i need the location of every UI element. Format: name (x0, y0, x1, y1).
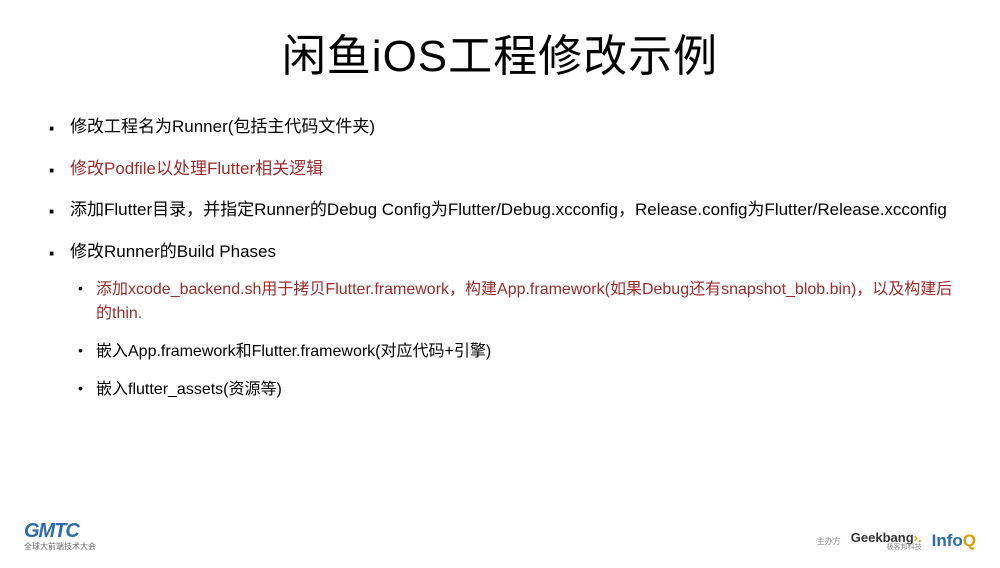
bullet-item-4: 修改Runner的Build Phases 添加xcode_backend.sh… (70, 239, 960, 403)
gmtc-subtitle: 全球大前端技术大会 (24, 541, 96, 552)
footer-right: 主办方 Geekbang›. 极客邦科技 InfoQ (817, 530, 976, 552)
slide-footer: GMTC 全球大前端技术大会 主办方 Geekbang›. 极客邦科技 Info… (24, 520, 976, 552)
slide-title: 闲鱼iOS工程修改示例 (40, 20, 960, 84)
bullet-item-1: 修改工程名为Runner(包括主代码文件夹) (70, 114, 960, 140)
sub-bullet-1: 添加xcode_backend.sh用于拷贝Flutter.framework，… (96, 278, 960, 326)
bullet-item-3: 添加Flutter目录，并指定Runner的Debug Config为Flutt… (70, 197, 960, 223)
sponsor-label: 主办方 (817, 536, 841, 547)
footer-left: GMTC 全球大前端技术大会 (24, 520, 96, 552)
infoq-logo: InfoQ (932, 531, 976, 551)
geekbang-block: Geekbang›. 极客邦科技 (851, 530, 922, 552)
gmtc-logo: GMTC (24, 520, 96, 543)
bullet-item-2: 修改Podfile以处理Flutter相关逻辑 (70, 156, 960, 182)
sub-bullet-list: 添加xcode_backend.sh用于拷贝Flutter.framework，… (70, 278, 960, 402)
slide-content: 修改工程名为Runner(包括主代码文件夹) 修改Podfile以处理Flutt… (40, 114, 960, 518)
sub-bullet-2: 嵌入App.framework和Flutter.framework(对应代码+引… (96, 340, 960, 364)
infoq-q: Q (963, 531, 976, 550)
slide: 闲鱼iOS工程修改示例 修改工程名为Runner(包括主代码文件夹) 修改Pod… (0, 0, 1000, 568)
infoq-prefix: Info (932, 531, 963, 550)
bullet-item-4-text: 修改Runner的Build Phases (70, 242, 276, 261)
sub-bullet-3: 嵌入flutter_assets(资源等) (96, 378, 960, 402)
bullet-list: 修改工程名为Runner(包括主代码文件夹) 修改Podfile以处理Flutt… (40, 114, 960, 402)
